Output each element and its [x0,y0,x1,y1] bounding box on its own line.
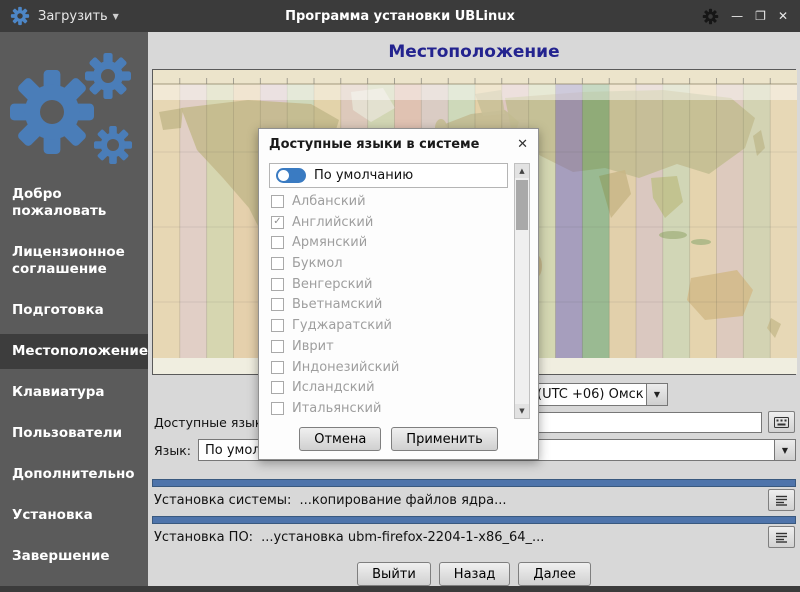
timezone-dropdown-button[interactable]: ▼ [646,384,667,405]
checkbox[interactable]: ✓ [271,236,284,249]
dialog-footer: Отмена Применить [259,419,538,459]
list-item[interactable]: ✓Английский [269,212,508,233]
system-progress-fill [153,480,795,486]
available-languages-dialog: Доступные языки в системе ✕ По умолчанию… [258,128,539,460]
list-item[interactable]: ✓Исландский [269,377,508,398]
default-toggle-row: По умолчанию [269,163,508,188]
available-languages-label: Доступные языки [154,415,271,430]
software-progress-bar [152,516,796,524]
list-item[interactable]: ✓Букмол [269,253,508,274]
close-button[interactable]: ✕ [778,10,788,22]
maximize-button[interactable]: ❐ [755,10,766,22]
scroll-up-icon[interactable]: ▲ [515,164,529,178]
checkbox[interactable]: ✓ [271,361,284,374]
installer-steps-nav: Добро пожаловать Лицензионное соглашение… [0,177,148,574]
chevron-down-icon: ▼ [782,446,788,455]
checkbox[interactable]: ✓ [271,257,284,270]
languages-list: ✓Албанский ✓Английский ✓Армянский ✓Букмо… [269,191,508,419]
software-install-status: ...установка ubm-firefox-2204-1-x86_64_.… [261,530,544,545]
checkbox[interactable]: ✓ [271,340,284,353]
log-icon [775,531,788,544]
languages-list-button[interactable] [768,411,795,433]
software-status-row: Установка ПО: ...установка ubm-firefox-22… [154,528,544,548]
timezone-select-value: (UTC +06) Омск [531,384,646,405]
app-gear-icon [10,6,30,26]
checkbox[interactable]: ✓ [271,319,284,332]
exit-button[interactable]: Выйти [357,562,431,586]
checkbox[interactable]: ✓ [271,381,284,394]
page-title: Местоположение [148,42,800,62]
list-item[interactable]: ✓Гуджаратский [269,315,508,336]
dialog-header: Доступные языки в системе ✕ [259,129,538,159]
toggle-knob [278,170,289,181]
minimize-button[interactable]: — [731,10,743,22]
sidebar-item-installation[interactable]: Установка [0,498,148,533]
dialog-title: Доступные языки в системе [269,137,517,152]
scrollbar-thumb[interactable] [516,180,528,230]
sidebar-item-location[interactable]: Местоположение [0,334,148,369]
software-progress-fill [153,517,795,523]
sidebar-item-finish[interactable]: Завершение [0,539,148,574]
scrollbar[interactable]: ▲ ▼ [514,163,530,419]
load-button[interactable]: Загрузить ▼ [38,9,119,24]
sidebar-item-users[interactable]: Пользователи [0,416,148,451]
window-bottom-edge [0,586,800,592]
language-dropdown-button[interactable]: ▼ [774,440,795,460]
sidebar-item-additional[interactable]: Дополнительно [0,457,148,492]
checkbox[interactable]: ✓ [271,298,284,311]
system-install-status: ...копирование файлов ядра... [299,493,506,508]
list-item[interactable]: ✓Иврит [269,336,508,357]
default-toggle-label: По умолчанию [314,168,413,183]
list-item[interactable]: ✓Вьетнамский [269,295,508,316]
system-status-row: Установка системы: ...копирование файлов … [154,491,507,511]
sidebar-item-welcome[interactable]: Добро пожаловать [0,177,148,229]
window-title: Программа установки UBLinux [190,9,610,24]
system-install-label: Установка системы: [154,493,291,508]
list-item[interactable]: ✓Индонезийский [269,357,508,378]
load-button-label: Загрузить [38,9,108,24]
scroll-down-icon[interactable]: ▼ [515,404,529,418]
list-item[interactable]: ✓Армянский [269,232,508,253]
check-icon: ✓ [273,217,281,227]
cancel-button[interactable]: Отмена [299,427,381,451]
checkbox[interactable]: ✓ [271,195,284,208]
sidebar: Добро пожаловать Лицензионное соглашение… [0,32,148,586]
installer-gears-logo [0,32,148,177]
list-item[interactable]: ✓Венгерский [269,274,508,295]
dialog-close-icon[interactable]: ✕ [517,137,528,152]
timezone-select[interactable]: (UTC +06) Омск ▼ [530,383,668,406]
checkbox[interactable]: ✓ [271,216,284,229]
sidebar-item-license[interactable]: Лицензионное соглашение [0,235,148,287]
caret-down-icon: ▼ [113,12,119,21]
next-button[interactable]: Далее [518,562,590,586]
settings-gear-icon[interactable] [702,8,719,25]
list-item[interactable]: ✓Итальянский [269,398,508,419]
sidebar-item-preparation[interactable]: Подготовка [0,293,148,328]
system-log-button[interactable] [768,489,795,511]
wizard-buttons: Выйти Назад Далее [148,562,800,586]
back-button[interactable]: Назад [439,562,511,586]
log-icon [775,494,788,507]
list-item[interactable]: ✓Албанский [269,191,508,212]
checkbox[interactable]: ✓ [271,278,284,291]
software-install-label: Установка ПО: [154,530,253,545]
sidebar-item-keyboard[interactable]: Клавиатура [0,375,148,410]
keyboard-icon [774,417,789,428]
apply-button[interactable]: Применить [391,427,497,451]
checkbox[interactable]: ✓ [271,402,284,415]
system-progress-bar [152,479,796,487]
software-log-button[interactable] [768,526,795,548]
chevron-down-icon: ▼ [654,390,660,399]
titlebar: Загрузить ▼ Программа установки UBLinux … [0,0,800,32]
default-toggle[interactable] [276,168,306,183]
language-label: Язык: [154,443,191,458]
